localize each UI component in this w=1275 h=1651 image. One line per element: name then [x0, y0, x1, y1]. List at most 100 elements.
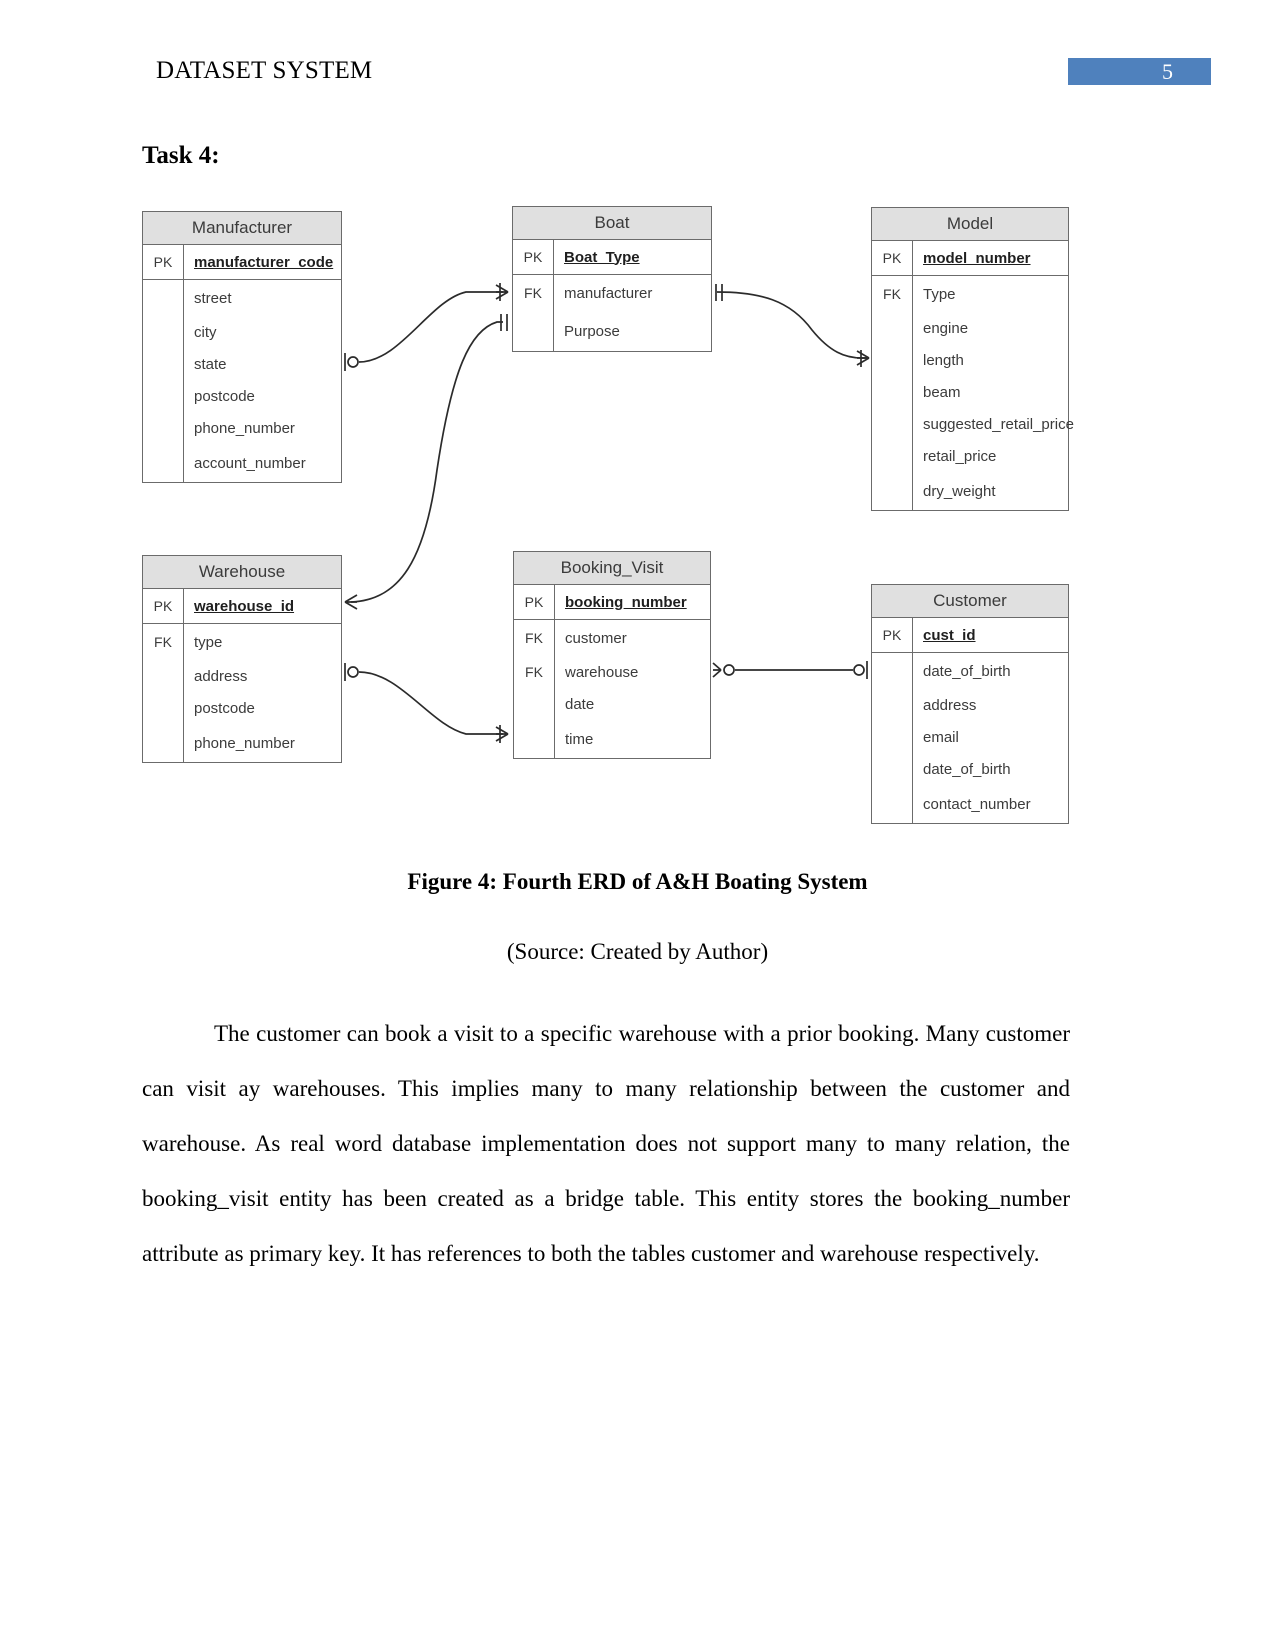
entity-attributes: street city state postcode phone_number …	[143, 280, 341, 482]
entity-title: Boat	[513, 207, 711, 240]
entity-primary-key-row: PK Boat_Type	[513, 240, 711, 275]
relationship-warehouse-boat	[350, 321, 503, 603]
entity-customer: Customer PK cust_id date_of_birth addres…	[871, 584, 1069, 824]
attribute-name: beam	[912, 376, 1068, 408]
attribute-name: model_number	[912, 241, 1068, 275]
entity-attribute-row: street	[143, 280, 341, 316]
page-number-badge: 5	[1068, 58, 1211, 85]
attribute-name: warehouse	[554, 656, 710, 688]
entity-warehouse: Warehouse PK warehouse_id FK type addres…	[142, 555, 342, 763]
key-label	[143, 444, 183, 482]
entity-attribute-row: FK customer	[514, 620, 710, 656]
key-label	[872, 653, 912, 689]
attribute-name: date_of_birth	[912, 653, 1068, 689]
body-paragraph: The customer can book a visit to a speci…	[142, 1021, 1070, 1266]
entity-title: Booking_Visit	[514, 552, 710, 585]
key-label: PK	[523, 249, 543, 265]
key-label	[143, 348, 183, 380]
attribute-name: phone_number	[183, 412, 341, 444]
entity-primary-key-row: PK manufacturer_code	[143, 245, 341, 280]
entity-attribute-row: account_number	[143, 444, 341, 482]
key-label: PK	[524, 594, 544, 610]
cardinality-zero-circle	[347, 356, 359, 368]
attribute-name: address	[183, 660, 341, 692]
attribute-name: time	[554, 720, 710, 758]
entity-booking-visit: Booking_Visit PK booking_number FK custo…	[513, 551, 711, 759]
key-label: FK	[154, 634, 172, 650]
entity-attribute-row: address	[143, 660, 341, 692]
key-label: PK	[153, 598, 173, 614]
attribute-name: state	[183, 348, 341, 380]
header-title: DATASET SYSTEM	[156, 57, 373, 84]
key-label	[872, 753, 912, 785]
key-label	[872, 785, 912, 823]
cardinality-many-crowsfoot	[712, 662, 722, 678]
entity-attribute-row: FK warehouse	[514, 656, 710, 688]
relationship-boat-model	[716, 291, 866, 359]
entity-attribute-row: dry_weight	[872, 472, 1068, 510]
key-label	[514, 688, 554, 720]
key-label	[872, 689, 912, 721]
attribute-name: email	[912, 721, 1068, 753]
cardinality-many-crowsfoot	[495, 726, 509, 742]
attribute-name: engine	[912, 312, 1068, 344]
attribute-name: phone_number	[183, 724, 341, 762]
entity-attributes: date_of_birth address email date_of_birt…	[872, 653, 1068, 823]
figure-caption: Figure 4: Fourth ERD of A&H Boating Syst…	[407, 869, 868, 894]
key-label: PK	[153, 254, 173, 270]
key-label	[143, 412, 183, 444]
entity-attribute-row: engine	[872, 312, 1068, 344]
key-label: FK	[883, 286, 901, 302]
key-label	[514, 720, 554, 758]
entity-attributes: FK customer FK warehouse date time	[514, 620, 710, 758]
entity-attribute-row: contact_number	[872, 785, 1068, 823]
attribute-name: type	[183, 624, 341, 660]
attribute-name: Type	[912, 276, 1068, 312]
entity-primary-key-row: PK warehouse_id	[143, 589, 341, 624]
key-label	[872, 472, 912, 510]
entity-attribute-row: Purpose	[513, 311, 711, 351]
attribute-name: postcode	[183, 692, 341, 724]
entity-primary-key-row: PK booking_number	[514, 585, 710, 620]
attribute-name: Boat_Type	[553, 240, 711, 274]
key-label	[143, 280, 183, 316]
entity-primary-key-row: PK model_number	[872, 241, 1068, 276]
attribute-name: address	[912, 689, 1068, 721]
key-label	[872, 440, 912, 472]
relationship-manufacturer-boat	[358, 291, 503, 363]
entity-attribute-row: phone_number	[143, 724, 341, 762]
attribute-name: account_number	[183, 444, 341, 482]
entity-attribute-row: date_of_birth	[872, 653, 1068, 689]
key-label	[143, 660, 183, 692]
erd-connector-layer	[344, 283, 870, 743]
entity-attribute-row: FK Type	[872, 276, 1068, 312]
entity-attribute-row: date_of_birth	[872, 753, 1068, 785]
entity-model: Model PK model_number FK Type engine len…	[871, 207, 1074, 511]
entity-boat: Boat PK Boat_Type FK manufacturer Purpos…	[512, 206, 712, 352]
entity-attribute-row: postcode	[143, 692, 341, 724]
figure-source: (Source: Created by Author)	[506, 939, 769, 964]
cardinality-many-crowsfoot	[495, 284, 509, 300]
entity-attribute-row: retail_price	[872, 440, 1068, 472]
key-label: FK	[524, 285, 542, 301]
entity-attributes: FK Type engine length beam suggested_ret…	[872, 276, 1074, 510]
key-label	[143, 692, 183, 724]
page-number-value: 5	[1162, 59, 1173, 84]
entity-attribute-row: address	[872, 689, 1068, 721]
key-label	[872, 721, 912, 753]
attribute-name: date_of_birth	[912, 753, 1068, 785]
entity-attributes: FK manufacturer Purpose	[513, 275, 711, 351]
entity-title: Model	[872, 208, 1068, 241]
cardinality-zero-circle	[853, 664, 865, 676]
attribute-name: street	[183, 280, 341, 316]
key-label	[872, 312, 912, 344]
entity-attribute-row: time	[514, 720, 710, 758]
key-label	[143, 380, 183, 412]
key-label: FK	[525, 664, 543, 680]
attribute-name: dry_weight	[912, 472, 1068, 510]
key-label	[143, 724, 183, 762]
entity-attribute-row: email	[872, 721, 1068, 753]
key-label	[872, 376, 912, 408]
cardinality-zero-circle	[347, 666, 359, 678]
entity-primary-key-row: PK cust_id	[872, 618, 1068, 653]
